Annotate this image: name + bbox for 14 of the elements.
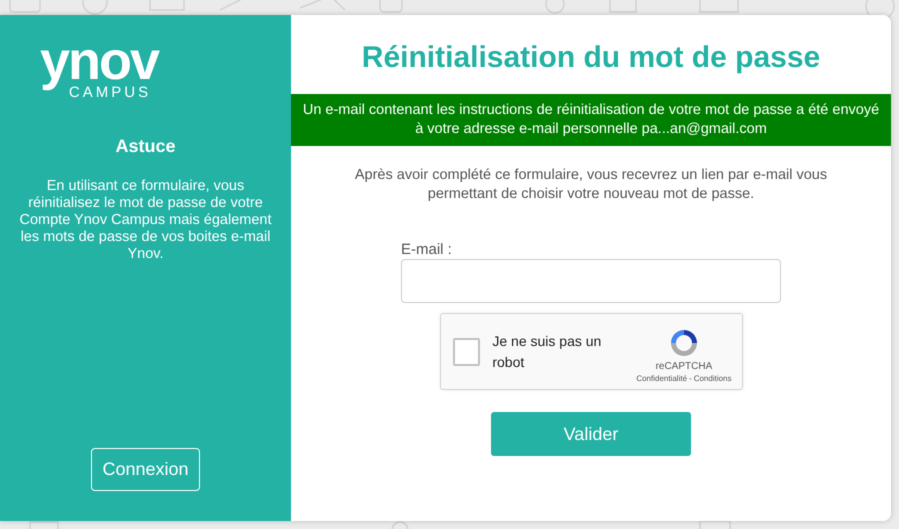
privacy-link[interactable]: Confidentialité: [636, 373, 688, 384]
tip-text: En utilisant ce formulaire, vous réinitialisez le mot de passe de votre Compte Ynov Campus mais également les mots de passe de vos boites e-mail Ynov.: [18, 178, 272, 263]
page-title: Réinitialisation du mot de passe: [362, 40, 820, 76]
email-field[interactable]: [401, 259, 781, 303]
intro-text: Après avoir complété ce formulaire, vous recevrez un lien par e-mail vous permettant de choisir votre nouveau mot de passe.: [354, 166, 828, 204]
logo: ynov CAMPUS: [40, 39, 158, 100]
tip-title: Astuce: [115, 135, 176, 158]
success-banner: Un e-mail contenant les instructions de réinitialisation de votre mot de passe a été envoyé à votre adresse e-mail personnelle pa...an@gmail.com: [291, 94, 891, 146]
captcha-checkbox[interactable]: [452, 338, 480, 366]
captcha-label: Je ne suis pas un robot: [492, 332, 602, 372]
link-separator: -: [689, 373, 692, 384]
captcha-brand: reCAPTCHA: [656, 361, 712, 373]
email-label: E-mail :: [401, 242, 453, 258]
terms-link[interactable]: Conditions: [694, 373, 732, 384]
